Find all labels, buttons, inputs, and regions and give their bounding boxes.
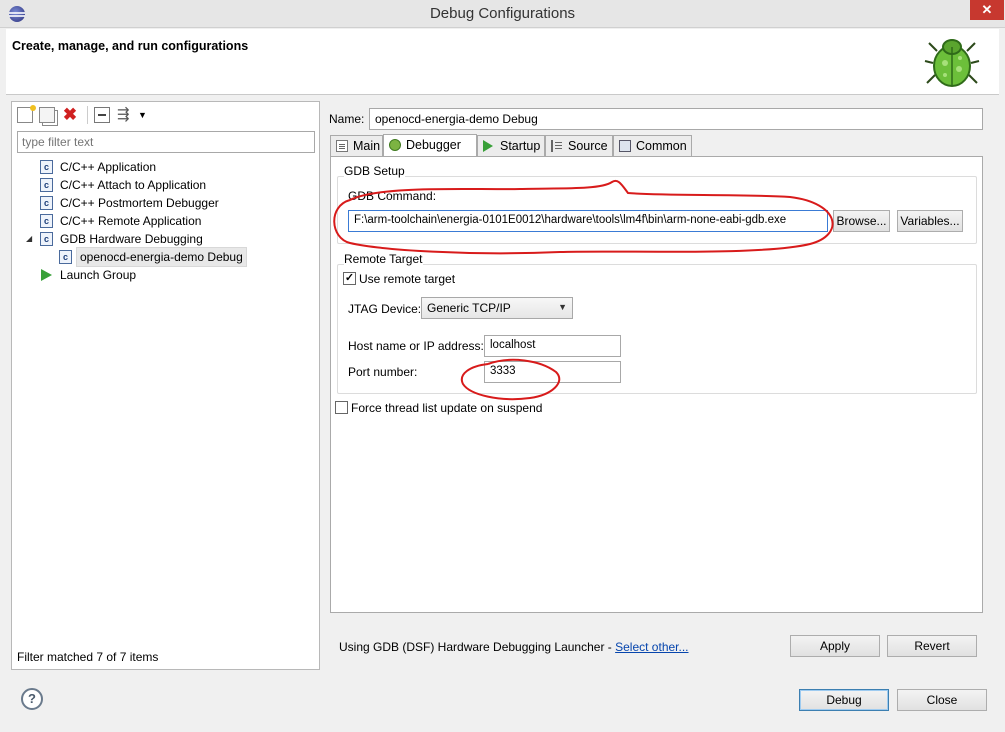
jtag-device-value: Generic TCP/IP bbox=[427, 301, 511, 315]
bug-icon bbox=[924, 39, 980, 87]
window-close-button[interactable]: ✕ bbox=[970, 0, 1004, 20]
tree-item-label: C/C++ Postmortem Debugger bbox=[60, 196, 219, 210]
tab-source[interactable]: Source bbox=[545, 135, 613, 157]
browse-button[interactable]: Browse... bbox=[833, 210, 890, 232]
tab-debugger[interactable]: Debugger bbox=[383, 134, 477, 157]
config-tree-panel: ✖ ⇶ ▼ c C/C++ Application c C/C++ Attach… bbox=[11, 101, 320, 670]
delete-icon[interactable]: ✖ bbox=[62, 106, 78, 123]
filter-status: Filter matched 7 of 7 items bbox=[17, 650, 159, 664]
force-thread-label: Force thread list update on suspend bbox=[351, 401, 543, 415]
c-icon: c bbox=[59, 250, 72, 264]
debugger-tab-icon bbox=[389, 139, 401, 151]
tree-item-label: openocd-energia-demo Debug bbox=[76, 247, 247, 267]
c-icon: c bbox=[40, 232, 53, 246]
force-thread-checkbox[interactable] bbox=[335, 401, 348, 414]
port-label: Port number: bbox=[348, 365, 418, 379]
source-tab-icon bbox=[551, 140, 563, 152]
main-tab-icon bbox=[336, 140, 348, 152]
c-icon: c bbox=[40, 160, 53, 174]
apply-button[interactable]: Apply bbox=[790, 635, 880, 657]
collapse-all-icon[interactable] bbox=[94, 107, 110, 123]
window-title: Debug Configurations bbox=[429, 5, 576, 22]
chevron-down-icon: ▼ bbox=[558, 302, 567, 312]
debug-button[interactable]: Debug bbox=[799, 689, 889, 711]
filter-input[interactable] bbox=[17, 131, 315, 153]
help-icon[interactable]: ? bbox=[21, 688, 43, 710]
startup-tab-icon bbox=[483, 140, 493, 152]
title-bar: Debug Configurations ✕ bbox=[0, 0, 1005, 28]
tree-item-label: GDB Hardware Debugging bbox=[60, 232, 203, 246]
chevron-down-icon[interactable]: ▼ bbox=[138, 107, 154, 123]
tab-label: Startup bbox=[500, 139, 541, 153]
tree-toolbar: ✖ ⇶ ▼ bbox=[12, 102, 319, 128]
gdb-command-field[interactable]: F:\arm-toolchain\energia-0101E0012\hardw… bbox=[348, 210, 828, 232]
tab-common[interactable]: Common bbox=[613, 135, 692, 157]
header-banner: Create, manage, and run configurations bbox=[6, 29, 999, 95]
tab-label: Main bbox=[353, 139, 381, 153]
use-remote-label: Use remote target bbox=[359, 272, 456, 286]
tab-startup[interactable]: Startup bbox=[477, 135, 545, 157]
close-button[interactable]: Close bbox=[897, 689, 987, 711]
revert-button[interactable]: Revert bbox=[887, 635, 977, 657]
remote-target-label: Remote Target bbox=[344, 252, 423, 266]
tab-main[interactable]: Main bbox=[330, 135, 383, 157]
tree-item-label: Launch Group bbox=[60, 268, 137, 282]
banner-title: Create, manage, and run configurations bbox=[12, 39, 249, 53]
host-label: Host name or IP address: bbox=[348, 339, 484, 353]
name-input[interactable]: openocd-energia-demo Debug bbox=[369, 108, 983, 130]
launcher-info: Using GDB (DSF) Hardware Debugging Launc… bbox=[339, 640, 689, 654]
gdb-command-label: GDB Command: bbox=[348, 189, 437, 203]
tab-label: Source bbox=[568, 139, 608, 153]
duplicate-icon[interactable] bbox=[39, 107, 55, 123]
new-config-icon[interactable] bbox=[17, 105, 36, 123]
tab-label: Common bbox=[636, 139, 687, 153]
jtag-device-select[interactable]: Generic TCP/IP ▼ bbox=[421, 297, 573, 319]
common-tab-icon bbox=[619, 140, 631, 152]
c-icon: c bbox=[40, 214, 53, 228]
host-field[interactable]: localhost bbox=[484, 335, 621, 357]
tree-item-label: C/C++ Application bbox=[60, 160, 157, 174]
tree-item-label: C/C++ Remote Application bbox=[60, 214, 202, 228]
variables-button[interactable]: Variables... bbox=[897, 210, 963, 232]
use-remote-checkbox[interactable]: ✓ bbox=[343, 272, 356, 285]
expand-twisty-icon[interactable]: ◢ bbox=[26, 230, 32, 248]
launcher-text: Using GDB (DSF) Hardware Debugging Launc… bbox=[339, 640, 616, 654]
gdb-setup-label: GDB Setup bbox=[344, 164, 405, 178]
tree-item-label: C/C++ Attach to Application bbox=[60, 178, 207, 192]
name-label: Name: bbox=[329, 112, 365, 126]
select-other-link[interactable]: Select other... bbox=[615, 640, 688, 654]
toolbar-divider bbox=[87, 106, 88, 124]
jtag-device-label: JTAG Device: bbox=[348, 302, 422, 316]
c-icon: c bbox=[40, 196, 53, 210]
tab-label: Debugger bbox=[406, 138, 461, 152]
launch-icon bbox=[41, 269, 52, 281]
c-icon: c bbox=[40, 178, 53, 192]
port-field[interactable]: 3333 bbox=[484, 361, 621, 383]
filter-icon[interactable]: ⇶ bbox=[117, 107, 133, 123]
